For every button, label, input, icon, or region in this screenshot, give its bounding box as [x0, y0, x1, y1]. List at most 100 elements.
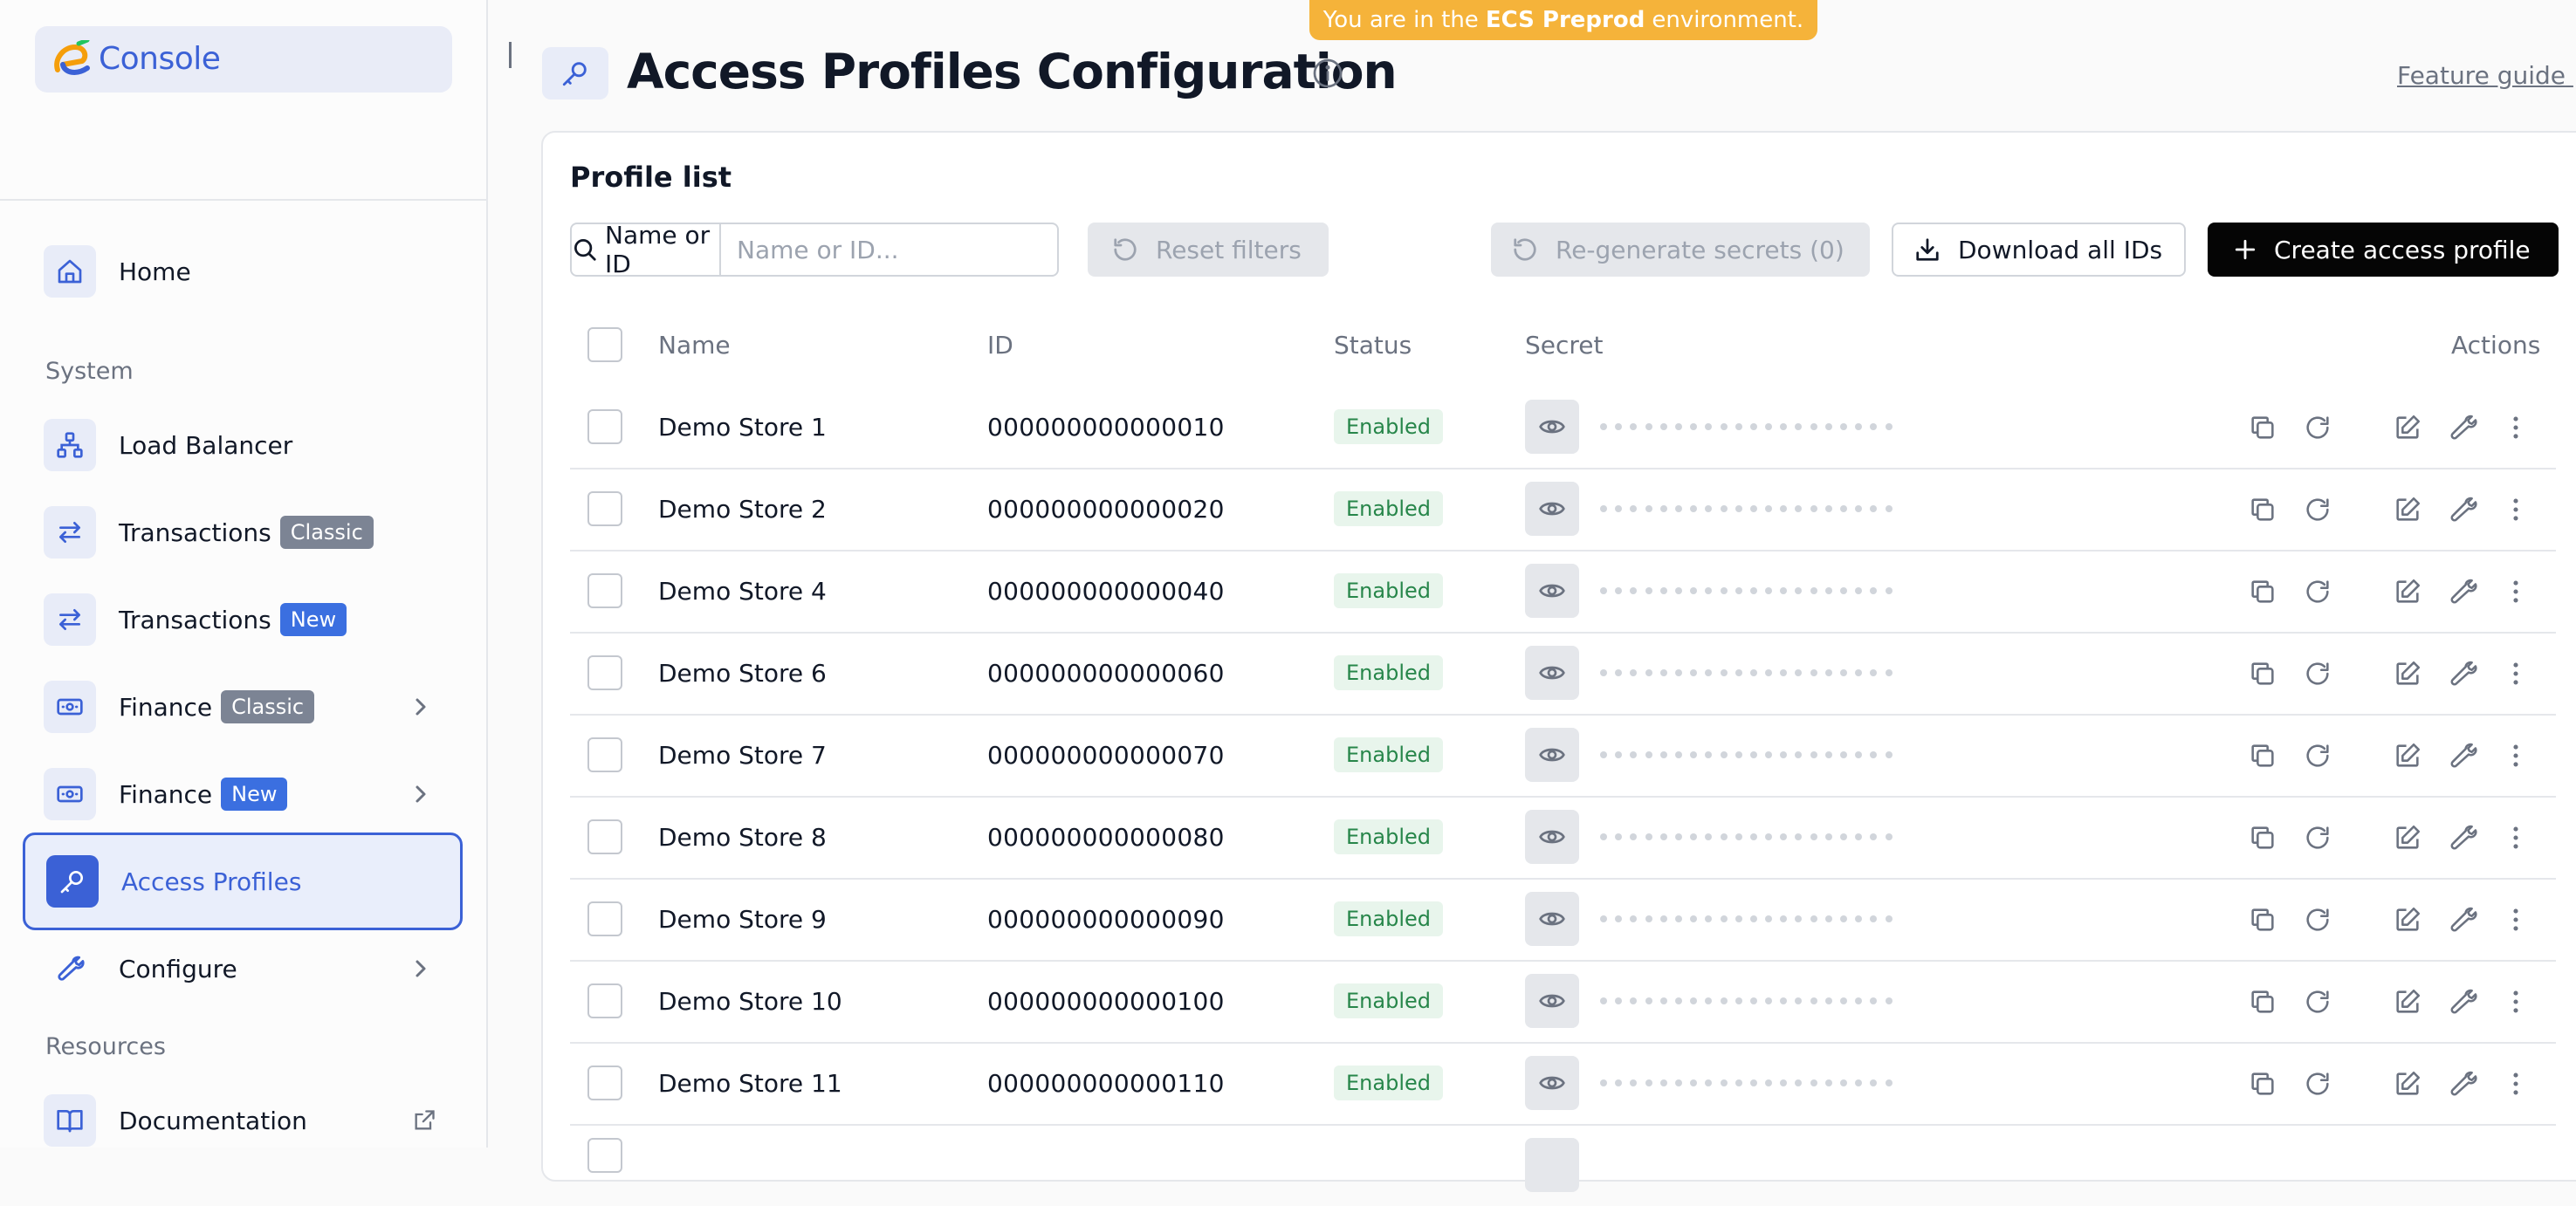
wrench-icon[interactable] [2448, 413, 2477, 442]
more-vertical-icon[interactable] [2501, 659, 2531, 689]
info-icon[interactable] [1312, 58, 1343, 89]
more-vertical-icon[interactable] [2501, 495, 2531, 524]
wrench-icon[interactable] [2448, 495, 2477, 524]
copy-icon[interactable] [2248, 987, 2277, 1017]
wrench-icon[interactable] [2448, 823, 2477, 853]
row-checkbox[interactable] [587, 491, 622, 526]
row-checkbox[interactable] [587, 655, 622, 690]
status-badge: Enabled [1334, 655, 1443, 690]
console-logo[interactable]: Console [35, 26, 452, 93]
row-checkbox-cell [587, 468, 622, 550]
show-secret-button[interactable] [1525, 1056, 1579, 1110]
download-ids-button[interactable]: Download all IDs [1892, 223, 2186, 277]
eye-icon [1538, 495, 1566, 523]
more-vertical-icon[interactable] [2501, 1069, 2531, 1099]
edit-icon[interactable] [2393, 495, 2422, 524]
refresh-icon[interactable] [2303, 741, 2332, 771]
feature-guide-link[interactable]: Feature guide [2397, 61, 2576, 90]
wrench-icon[interactable] [2448, 905, 2477, 935]
status-badge: Enabled [1334, 491, 1443, 526]
reset-filters-button[interactable]: Reset filters [1088, 223, 1329, 277]
edit-icon[interactable] [2393, 1069, 2422, 1099]
refresh-icon[interactable] [2303, 1069, 2332, 1099]
row-checkbox[interactable] [587, 819, 622, 854]
sidebar-item-label: Access Profiles [121, 867, 302, 896]
show-secret-button[interactable] [1525, 1138, 1579, 1192]
more-vertical-icon[interactable] [2501, 823, 2531, 853]
wrench-icon[interactable] [2448, 741, 2477, 771]
row-checkbox[interactable] [587, 983, 622, 1018]
sidebar-item-transactions-new[interactable]: Transactions New [23, 576, 463, 663]
copy-icon[interactable] [2248, 577, 2277, 606]
sidebar-item-load-balancer[interactable]: Load Balancer [23, 401, 463, 489]
sidebar-item-finance-new[interactable]: Finance New [23, 750, 463, 838]
copy-icon[interactable] [2248, 413, 2277, 442]
row-checkbox[interactable] [587, 1066, 622, 1100]
column-header-name[interactable]: Name [658, 304, 731, 386]
refresh-icon[interactable] [2303, 659, 2332, 689]
more-vertical-icon[interactable] [2501, 905, 2531, 935]
wrench-icon[interactable] [2448, 659, 2477, 689]
row-checkbox[interactable] [587, 737, 622, 772]
wrench-icon[interactable] [2448, 577, 2477, 606]
table-row: Demo Store 2 000000000000020 Enabled [570, 468, 2556, 552]
show-secret-button[interactable] [1525, 810, 1579, 864]
refresh-icon[interactable] [2303, 577, 2332, 606]
edit-icon[interactable] [2393, 987, 2422, 1017]
more-vertical-icon[interactable] [2501, 413, 2531, 442]
sidebar-item-configure[interactable]: Configure [23, 925, 463, 1012]
show-secret-button[interactable] [1525, 564, 1579, 618]
masked-secret [1600, 833, 1893, 840]
show-secret-button[interactable] [1525, 974, 1579, 1028]
section-label-resources: Resources [45, 1033, 166, 1060]
row-checkbox[interactable] [587, 409, 622, 444]
copy-icon[interactable] [2248, 823, 2277, 853]
show-secret-button[interactable] [1525, 646, 1579, 700]
row-checkbox[interactable] [587, 1138, 622, 1173]
copy-icon[interactable] [2248, 741, 2277, 771]
row-checkbox[interactable] [587, 573, 622, 608]
edit-icon[interactable] [2393, 659, 2422, 689]
show-secret-button[interactable] [1525, 892, 1579, 946]
refresh-icon[interactable] [2303, 495, 2332, 524]
refresh-icon[interactable] [2303, 905, 2332, 935]
show-secret-button[interactable] [1525, 400, 1579, 454]
status-badge: Enabled [1334, 573, 1443, 608]
sidebar-item-access-profiles[interactable]: Access Profiles [23, 833, 463, 930]
search-input[interactable] [721, 224, 1057, 275]
show-secret-button[interactable] [1525, 728, 1579, 782]
copy-icon[interactable] [2248, 659, 2277, 689]
copy-icon[interactable] [2248, 1069, 2277, 1099]
chevron-right-icon [412, 783, 429, 805]
copy-icon[interactable] [2248, 905, 2277, 935]
column-header-status[interactable]: Status [1334, 304, 1412, 386]
status-badge: Enabled [1334, 819, 1443, 854]
row-checkbox[interactable] [587, 901, 622, 936]
refresh-icon[interactable] [2303, 987, 2332, 1017]
more-vertical-icon[interactable] [2501, 577, 2531, 606]
edit-icon[interactable] [2393, 823, 2422, 853]
sidebar-item-transactions-classic[interactable]: Transactions Classic [23, 489, 463, 576]
wrench-icon[interactable] [2448, 987, 2477, 1017]
column-header-id[interactable]: ID [987, 304, 1013, 386]
row-secret-cell [1525, 796, 1893, 878]
copy-icon[interactable] [2248, 495, 2277, 524]
refresh-icon[interactable] [2303, 413, 2332, 442]
select-all-checkbox[interactable] [587, 327, 622, 362]
edit-icon[interactable] [2393, 577, 2422, 606]
row-name: Demo Store 7 [658, 740, 827, 770]
sidebar-item-documentation[interactable]: Documentation [23, 1077, 463, 1164]
edit-icon[interactable] [2393, 741, 2422, 771]
show-secret-button[interactable] [1525, 482, 1579, 536]
regenerate-secrets-button[interactable]: Re-generate secrets (0) [1491, 223, 1870, 277]
more-vertical-icon[interactable] [2501, 987, 2531, 1017]
edit-icon[interactable] [2393, 905, 2422, 935]
wrench-icon[interactable] [2448, 1069, 2477, 1099]
create-access-profile-button[interactable]: Create access profile [2208, 223, 2559, 277]
table-row: Demo Store 11 000000000000110 Enabled [570, 1042, 2556, 1126]
refresh-icon[interactable] [2303, 823, 2332, 853]
sidebar-item-home[interactable]: Home [23, 228, 463, 315]
more-vertical-icon[interactable] [2501, 741, 2531, 771]
edit-icon[interactable] [2393, 413, 2422, 442]
sidebar-item-finance-classic[interactable]: Finance Classic [23, 663, 463, 750]
